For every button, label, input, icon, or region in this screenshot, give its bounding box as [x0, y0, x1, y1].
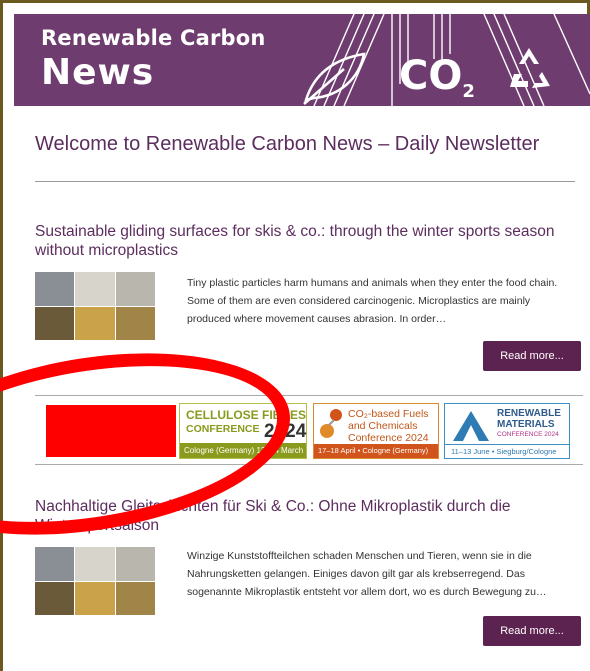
article-excerpt: Winzige Kunststoffteilchen schaden Mensc… — [187, 550, 547, 598]
sponsor-title-line1: RENEWABLE — [497, 408, 561, 419]
sponsor-footer: 11–13 June • Siegburg/Cologne — [445, 444, 569, 458]
read-more-button[interactable]: Read more... — [483, 341, 581, 371]
read-more-button[interactable]: Read more... — [483, 616, 581, 646]
sponsor-title-line1: CO₂-based Fuels — [348, 408, 429, 420]
divider — [35, 181, 575, 182]
sponsor-title: CO₂-based Fuels and Chemicals Conference… — [348, 408, 429, 444]
brand-line1: Renewable Carbon — [41, 26, 266, 50]
sponsor-title-line2: and Chemicals — [348, 420, 418, 432]
co2-text: CO — [399, 53, 463, 99]
molecule-icon — [320, 409, 342, 438]
sponsor-co2-fuels[interactable]: CO₂-based Fuels and Chemicals Conference… — [313, 403, 439, 459]
article-excerpt: Tiny plastic particles harm humans and a… — [187, 277, 558, 325]
co2-subscript: 2 — [462, 81, 475, 102]
sponsor-title-line2: MATERIALS — [497, 419, 555, 430]
sponsor-subtitle: CONFERENCE 2024 — [497, 431, 559, 438]
article-thumbnail[interactable] — [35, 547, 155, 615]
co2-icon: CO2 — [399, 56, 475, 106]
article-title-link[interactable]: Sustainable gliding surfaces for skis & … — [35, 222, 575, 260]
sponsor-renewable-materials[interactable]: RENEWABLE MATERIALS CONFERENCE 2024 11–1… — [444, 403, 570, 459]
welcome-title: Welcome to Renewable Carbon News – Daily… — [35, 133, 540, 155]
header-banner: Renewable Carbon News CO2 — [14, 14, 590, 106]
triangle-logo-icon — [453, 411, 489, 441]
recycle-icon — [510, 48, 550, 88]
sponsor-footer: 17–18 April • Cologne (Germany) — [314, 444, 438, 458]
brand-line2: News — [41, 52, 155, 93]
sponsor-title-line3: Conference 2024 — [348, 432, 429, 444]
sponsor-title: RENEWABLE MATERIALS — [497, 408, 561, 430]
article-thumbnail[interactable] — [35, 272, 155, 340]
